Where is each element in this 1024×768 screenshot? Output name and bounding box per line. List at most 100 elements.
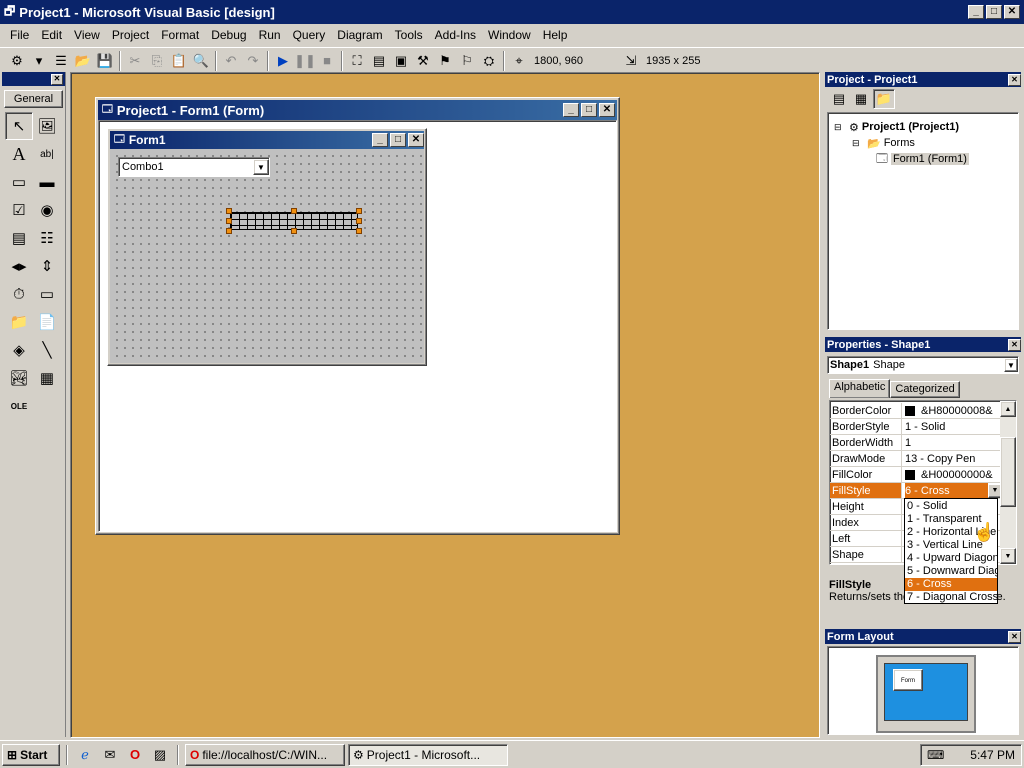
save-icon[interactable]: 💾	[94, 50, 116, 72]
combo1-control[interactable]: Combo1 ▼	[118, 157, 270, 177]
property-row[interactable]: BorderColor &H80000008&	[830, 403, 1002, 419]
add-project-icon[interactable]: ⚙	[6, 50, 28, 72]
restore-button[interactable]: □	[986, 5, 1002, 19]
property-value[interactable]: &H80000008&	[902, 403, 1002, 418]
outlook-quicklaunch-icon[interactable]: ✉	[99, 744, 121, 766]
properties-window-icon[interactable]: ▤	[368, 50, 390, 72]
menu-project[interactable]: Project	[106, 25, 155, 45]
hscrollbar-tool-icon[interactable]: ◂▸	[5, 252, 33, 280]
scroll-up-arrow-icon[interactable]: ▲	[1000, 401, 1016, 417]
property-grid-scrollbar[interactable]: ▲ ▼	[1000, 401, 1016, 564]
close-button[interactable]: ✕	[1004, 5, 1020, 19]
form-layout-close-button[interactable]: ✕	[1008, 630, 1021, 643]
cut-icon[interactable]: ✂	[124, 50, 146, 72]
property-row[interactable]: DrawMode 13 - Copy Pen	[830, 451, 1002, 467]
menu-window[interactable]: Window	[482, 25, 537, 45]
object-selector[interactable]: Shape1 Shape ▼	[827, 356, 1019, 374]
toolbox-tab-general[interactable]: General	[4, 90, 63, 108]
tab-categorized[interactable]: Categorized	[890, 381, 960, 398]
combo1-dropdown-arrow-icon[interactable]: ▼	[253, 159, 269, 175]
minimize-button[interactable]: _	[968, 5, 984, 19]
fillstyle-dropdown-list[interactable]: 0 - Solid 1 - Transparent 2 - Horizontal L…	[904, 498, 998, 604]
fillstyle-option[interactable]: 7 - Diagonal Cross	[905, 591, 997, 603]
property-row[interactable]: FillColor &H00000000&	[830, 467, 1002, 483]
property-value[interactable]: &H00000000&	[902, 467, 1002, 482]
ole-tool-icon[interactable]: OLE	[5, 392, 33, 420]
menu-run[interactable]: Run	[253, 25, 287, 45]
start-button[interactable]: ⊞ Start	[2, 743, 60, 766]
tray-app-icon[interactable]: ⌨	[927, 748, 944, 762]
paste-icon[interactable]: 📋	[168, 50, 190, 72]
commandbutton-tool-icon[interactable]: ▬	[33, 168, 61, 196]
expand-root-icon[interactable]: ⊟	[834, 122, 846, 133]
form1-canvas[interactable]: Combo1 ▼	[110, 149, 424, 363]
property-row[interactable]: FillStyle 6 - Cross ▼	[830, 483, 1002, 499]
open-icon[interactable]: 📂	[72, 50, 94, 72]
drivelistbox-tool-icon[interactable]: ▭	[33, 280, 61, 308]
menu-view[interactable]: View	[68, 25, 106, 45]
property-name[interactable]: Shape	[830, 547, 902, 562]
properties-close-button[interactable]: ✕	[1008, 338, 1021, 351]
toggle-folders-icon[interactable]: 📁	[873, 89, 895, 109]
opera-quicklaunch-icon[interactable]: O	[124, 744, 146, 766]
menu-editor-icon[interactable]: ☰	[50, 50, 72, 72]
expand-forms-icon[interactable]: ⊟	[852, 138, 864, 149]
menu-format[interactable]: Format	[155, 25, 205, 45]
property-name[interactable]: Height	[830, 499, 902, 514]
menu-add-ins[interactable]: Add-Ins	[429, 25, 482, 45]
property-name[interactable]: Left	[830, 531, 902, 546]
desktop-quicklaunch-icon[interactable]: ▨	[149, 744, 171, 766]
designer-minimize-button[interactable]: _	[563, 103, 579, 117]
redo-icon[interactable]: ↷	[242, 50, 264, 72]
designer-close-button[interactable]: ✕	[599, 103, 615, 117]
view-object-icon[interactable]: ▦	[851, 90, 871, 108]
property-value[interactable]: 6 - Cross ▼	[902, 483, 1002, 498]
resize-handle-bl[interactable]	[226, 228, 232, 234]
tab-alphabetic[interactable]: Alphabetic	[829, 379, 891, 398]
view-code-icon[interactable]: ▤	[829, 90, 849, 108]
resize-handle-mr[interactable]	[356, 218, 362, 224]
copy-icon[interactable]: ⎘	[146, 50, 168, 72]
property-name[interactable]: Index	[830, 515, 902, 530]
fillstyle-option[interactable]: 6 - Cross	[905, 578, 997, 591]
fillstyle-option[interactable]: 4 - Upward Diagonal	[905, 552, 997, 565]
textbox-tool-icon[interactable]: ab|	[33, 140, 61, 168]
scroll-thumb[interactable]	[1000, 437, 1016, 507]
add-form-icon[interactable]: ▾	[28, 50, 50, 72]
property-value[interactable]: 13 - Copy Pen	[902, 451, 1002, 466]
resize-handle-ml[interactable]	[226, 218, 232, 224]
timer-tool-icon[interactable]: ⏱	[5, 280, 33, 308]
property-name[interactable]: BorderWidth	[830, 435, 902, 450]
toolbox-icon[interactable]: ⚑	[434, 50, 456, 72]
taskbar-browser-button[interactable]: O file://localhost/C:/WIN...	[185, 743, 345, 766]
object-selector-arrow-icon[interactable]: ▼	[1004, 358, 1018, 372]
stop-icon[interactable]: ■	[316, 50, 338, 72]
property-name[interactable]: FillColor	[830, 467, 902, 482]
pointer-tool-icon[interactable]: ↖	[5, 112, 33, 140]
project-explorer-close-button[interactable]: ✕	[1008, 73, 1021, 86]
pause-icon[interactable]: ❚❚	[294, 50, 316, 72]
fillstyle-option[interactable]: 5 - Downward Diagonal	[905, 565, 997, 578]
form1-window[interactable]: 🗔 Form1 _ □ ✕ Combo1 ▼	[107, 128, 427, 366]
resize-handle-bc[interactable]	[291, 228, 297, 234]
find-icon[interactable]: 🔍	[190, 50, 212, 72]
property-name[interactable]: DrawMode	[830, 451, 902, 466]
menu-edit[interactable]: Edit	[35, 25, 68, 45]
property-name[interactable]: BorderColor	[830, 403, 902, 418]
property-row[interactable]: BorderWidth 1	[830, 435, 1002, 451]
toolbox-close-button[interactable]: ✕	[51, 73, 63, 85]
menu-diagram[interactable]: Diagram	[331, 25, 388, 45]
line-tool-icon[interactable]: ╲	[33, 336, 61, 364]
image-tool-icon[interactable]: 🏞	[5, 364, 33, 392]
menu-debug[interactable]: Debug	[205, 25, 252, 45]
project-root-label[interactable]: Project1 (Project1)	[862, 121, 959, 133]
menu-query[interactable]: Query	[287, 25, 332, 45]
resize-handle-tc[interactable]	[291, 208, 297, 214]
form-position-preview[interactable]: Form	[893, 669, 923, 691]
vscrollbar-tool-icon[interactable]: ⇕	[33, 252, 61, 280]
frame-tool-icon[interactable]: ▭	[5, 168, 33, 196]
data-tool-icon[interactable]: ▦	[33, 364, 61, 392]
taskbar-vb-button[interactable]: ⚙ Project1 - Microsoft...	[348, 743, 508, 766]
form-layout-icon[interactable]: ▣	[390, 50, 412, 72]
property-name[interactable]: FillStyle	[830, 483, 902, 498]
